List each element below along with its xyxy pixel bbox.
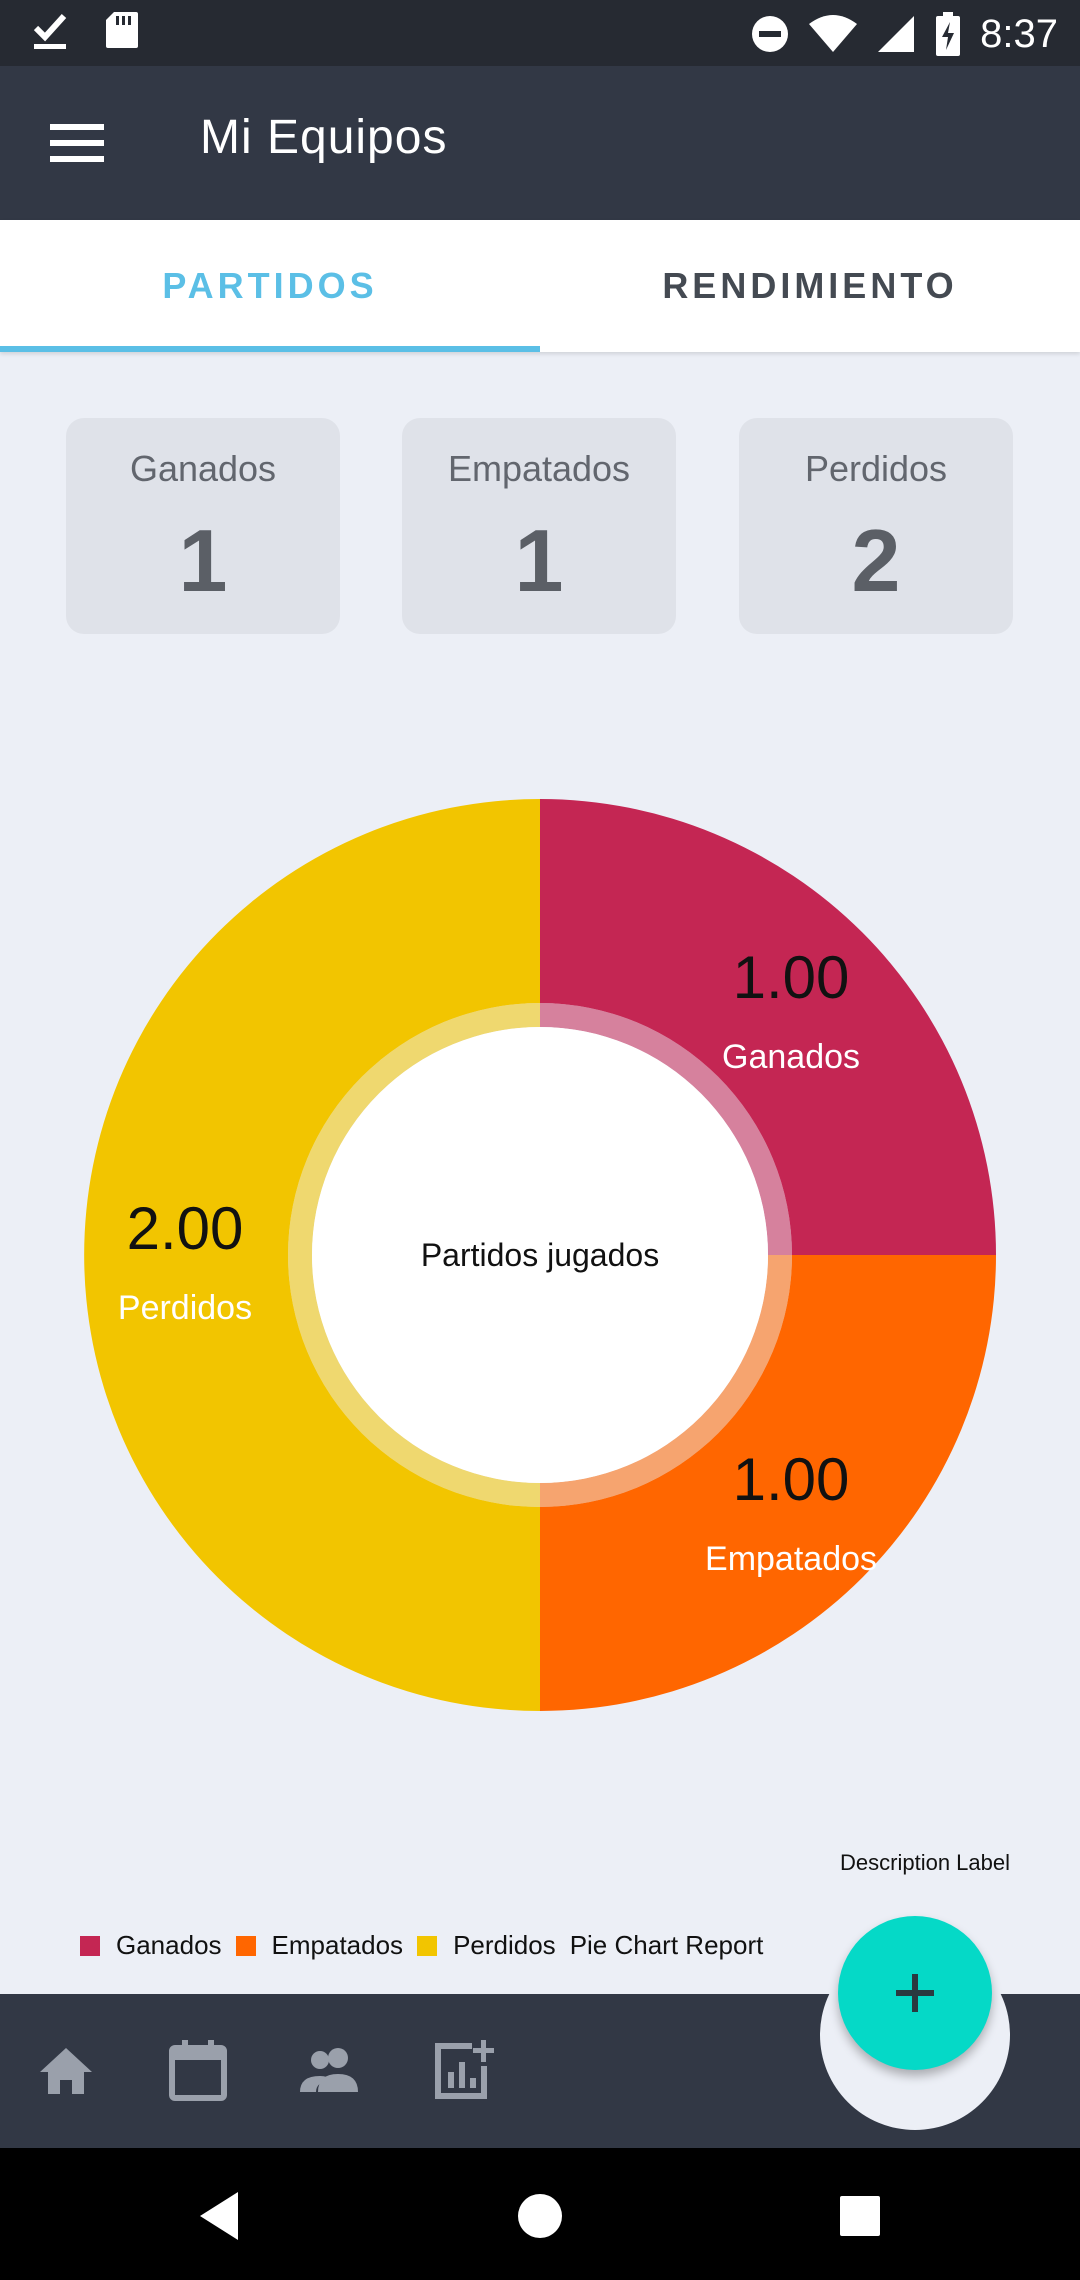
- stat-label: Ganados: [129, 448, 277, 489]
- plus-icon: [896, 1974, 934, 2012]
- legend-item-empatados: Empatados: [235, 1930, 404, 1961]
- legend-swatch: [235, 1935, 256, 1956]
- add-chart-icon[interactable]: [430, 2038, 494, 2102]
- home-icon[interactable]: [34, 2038, 98, 2102]
- legend-item-perdidos: Perdidos: [417, 1930, 556, 1961]
- tab-partidos[interactable]: PARTIDOS: [0, 220, 540, 352]
- legend-label: Empatados: [271, 1930, 404, 1960]
- app-bar: Mi Equipos: [0, 66, 1080, 220]
- stat-value: 1: [178, 511, 228, 610]
- slice-name-label: Perdidos: [118, 1289, 252, 1327]
- system-nav-bar: [0, 2148, 1080, 2280]
- wifi-icon: [809, 15, 858, 52]
- status-bar: 8:37: [0, 0, 1080, 66]
- slice-name-label: Ganados: [722, 1038, 860, 1076]
- hamburger-menu-icon[interactable]: [40, 116, 114, 170]
- do-not-disturb-icon: [752, 16, 789, 52]
- legend-label: Perdidos: [453, 1930, 556, 1960]
- download-done-icon: [33, 13, 67, 49]
- add-button[interactable]: [838, 1916, 992, 2070]
- people-icon[interactable]: [298, 2038, 362, 2102]
- back-icon[interactable]: [190, 2186, 250, 2246]
- stat-value: 2: [851, 511, 901, 610]
- stat-card-ganados: Ganados 1: [66, 418, 340, 634]
- signal-icon: [878, 16, 915, 52]
- tab-rendimiento[interactable]: RENDIMIENTO: [540, 220, 1080, 352]
- sd-card-icon: [106, 12, 138, 48]
- slice-value-label: 1.00: [733, 1446, 850, 1513]
- home-circle-icon[interactable]: [510, 2186, 570, 2246]
- tab-indicator: [0, 346, 540, 352]
- slice-value-label: 2.00: [127, 1195, 244, 1262]
- status-time: 8:37: [980, 12, 1058, 56]
- legend-title: Pie Chart Report: [569, 1930, 764, 1960]
- chart-legend: Ganados Empatados Perdidos Pie Chart Rep…: [80, 1930, 763, 1961]
- slice-value-label: 1.00: [733, 944, 850, 1011]
- stat-label: Perdidos: [804, 448, 948, 489]
- tab-bar: PARTIDOS RENDIMIENTO: [0, 220, 1080, 352]
- battery-charging-icon: [936, 12, 961, 56]
- screen: 8:37 Mi Equipos PARTIDOS RENDIMIENTO Gan…: [0, 0, 1080, 2280]
- page-title: Mi Equipos: [200, 111, 448, 164]
- stat-card-perdidos: Perdidos 2: [739, 418, 1013, 634]
- legend-label: Ganados: [116, 1930, 222, 1960]
- pie-chart: 1.00 Ganados 1.00 Empatados 2.00 Perdidos Part…: [84, 799, 996, 1711]
- legend-swatch: [80, 1935, 100, 1956]
- legend-item-ganados: Ganados: [80, 1930, 222, 1961]
- stat-value: 1: [514, 511, 564, 610]
- stat-card-empatados: Empatados 1: [402, 418, 676, 634]
- recents-square-icon[interactable]: [830, 2186, 890, 2246]
- legend-swatch: [417, 1935, 438, 1956]
- stat-label: Empatados: [447, 448, 631, 489]
- donut-center-text: Partidos jugados: [421, 1237, 659, 1273]
- slice-name-label: Empatados: [705, 1540, 877, 1578]
- chart-description-label: Description Label: [840, 1850, 1010, 1875]
- calendar-icon[interactable]: [166, 2038, 230, 2102]
